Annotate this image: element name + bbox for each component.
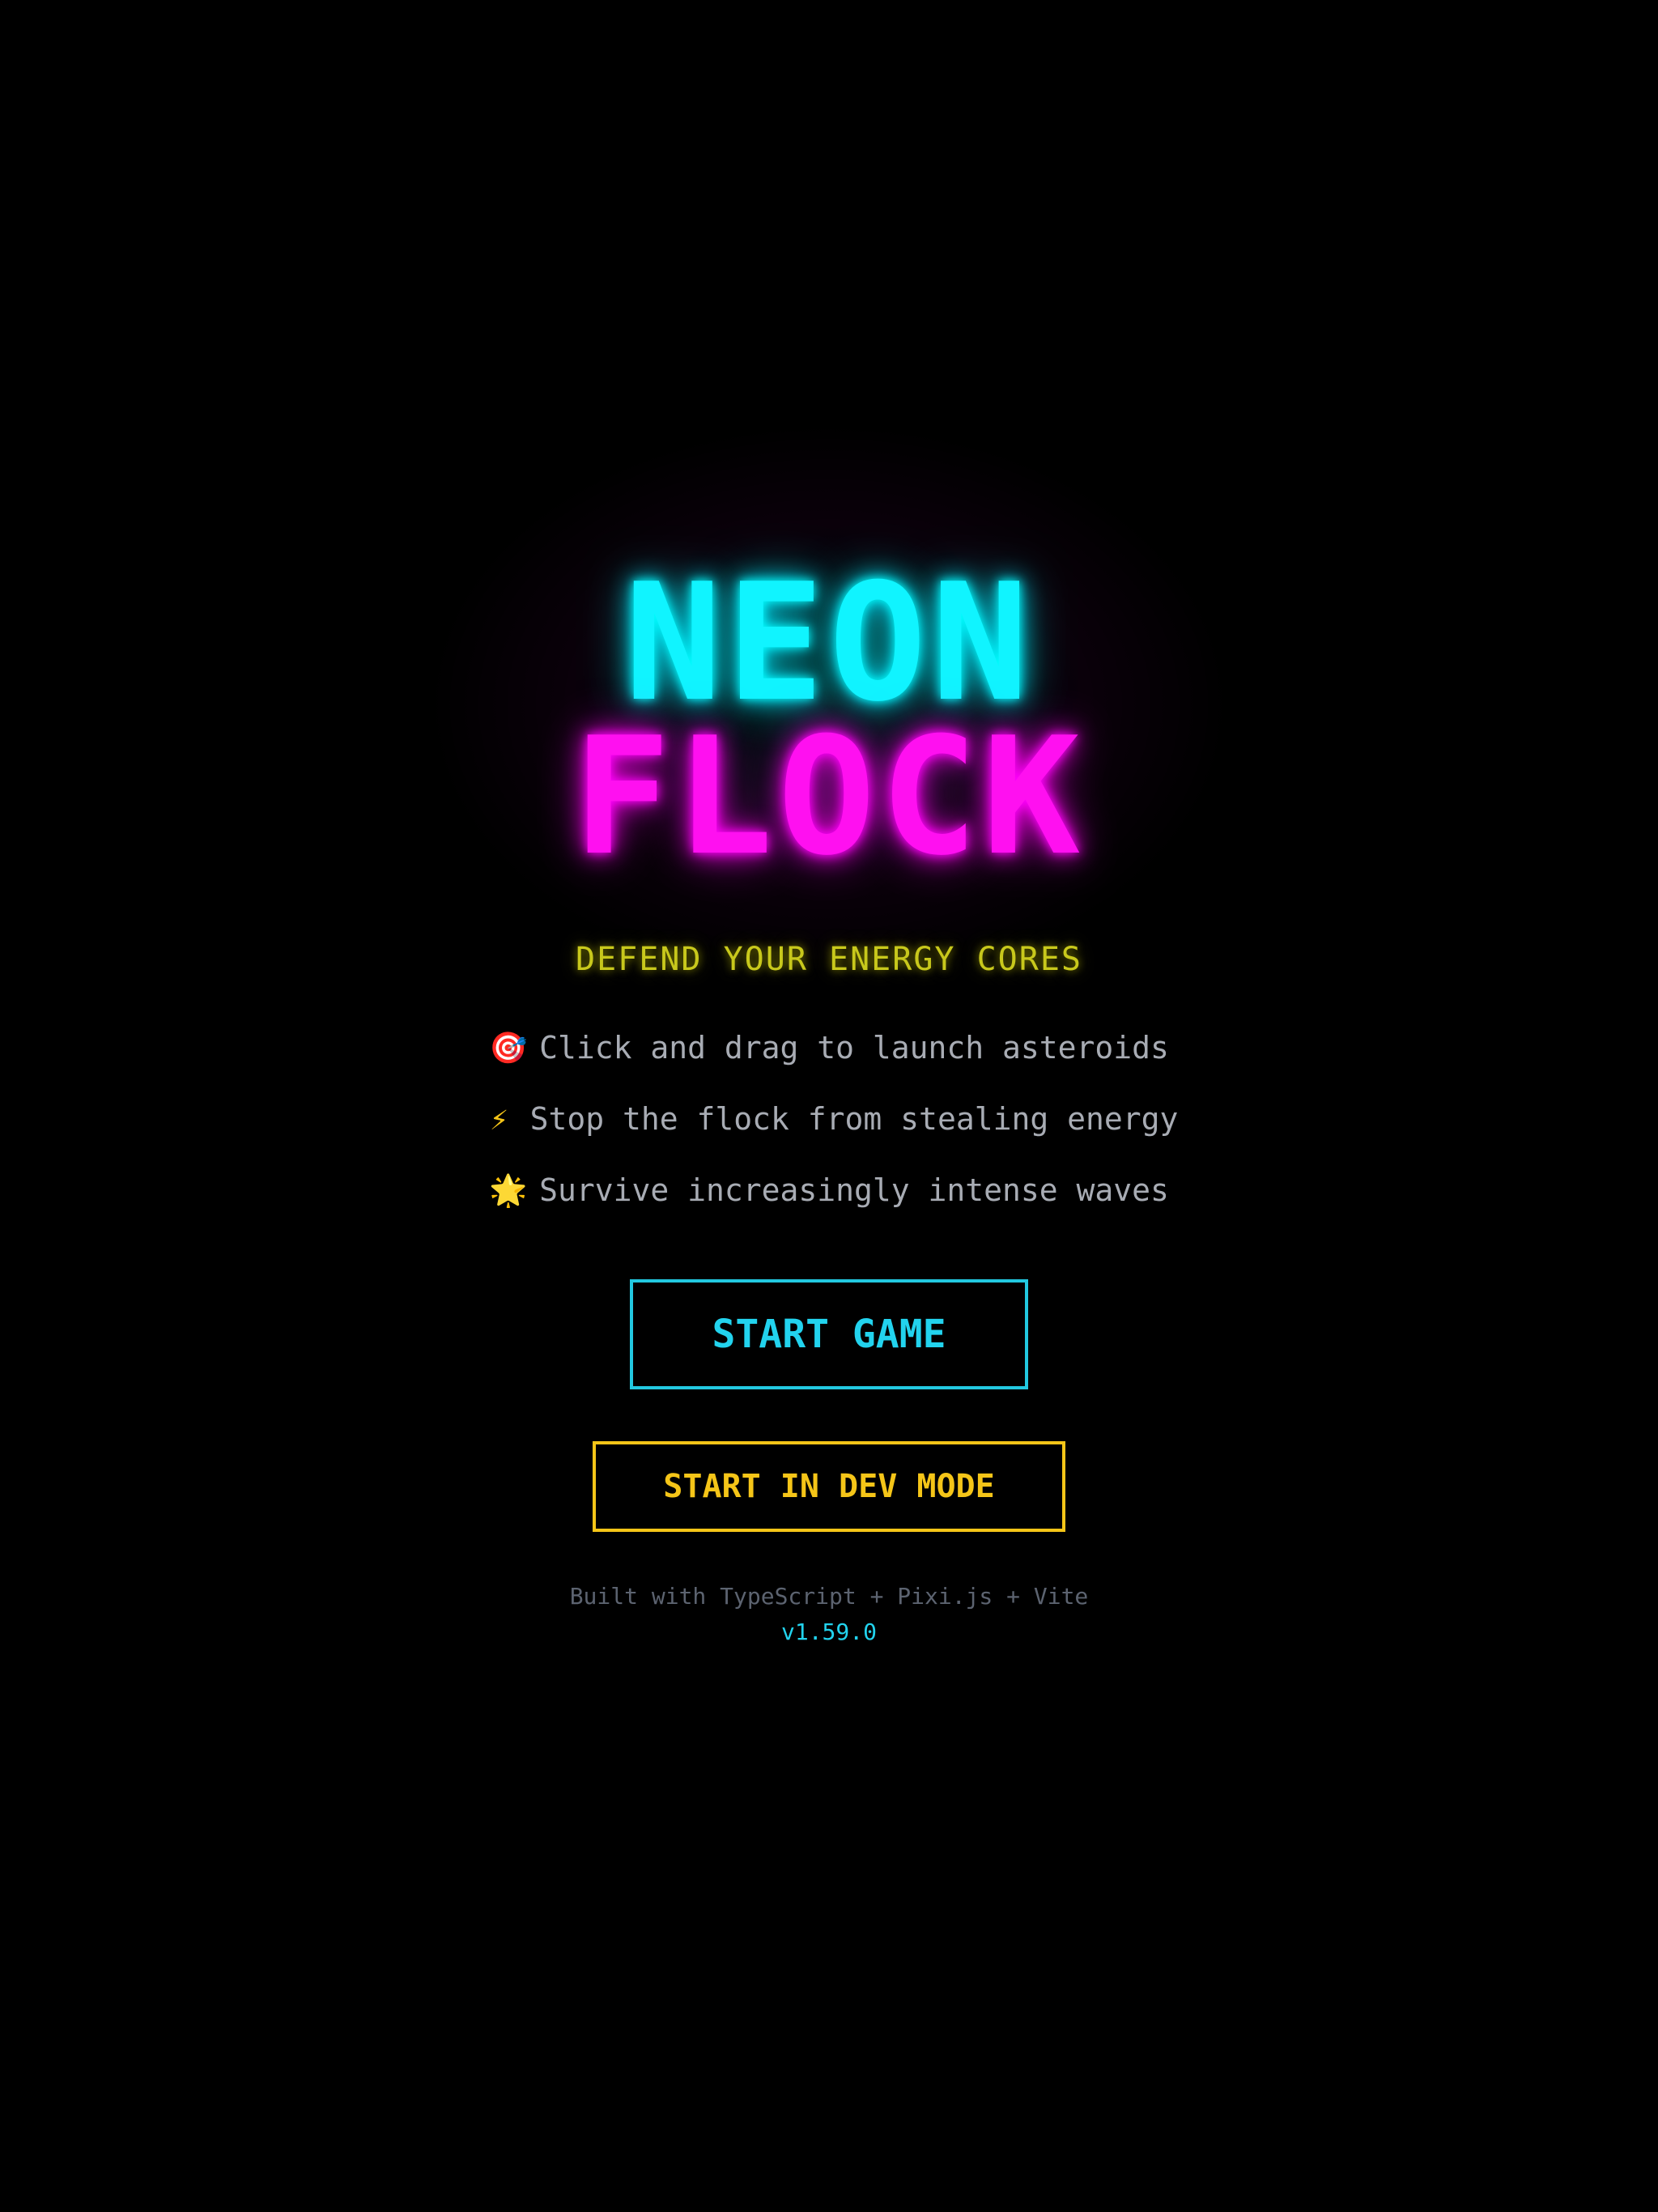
game-menu-screen: NEON FLOCK DEFEND YOUR ENERGY CORES 🎯 Cli… xyxy=(0,0,1658,2212)
start-game-button[interactable]: START GAME xyxy=(630,1279,1028,1389)
instruction-item: 🎯 Click and drag to launch asteroids xyxy=(489,1028,1169,1067)
title-neon: NEON xyxy=(624,549,1034,738)
main-menu: NEON FLOCK DEFEND YOUR ENERGY CORES 🎯 Cli… xyxy=(0,549,1658,1650)
star-icon: 🌟 xyxy=(489,1172,528,1208)
start-dev-mode-button[interactable]: START IN DEV MODE xyxy=(593,1441,1065,1532)
lightning-icon: ⚡ xyxy=(490,1101,509,1137)
subtitle: DEFEND YOUR ENERGY CORES xyxy=(576,941,1082,978)
instruction-text: Survive increasingly intense waves xyxy=(539,1172,1169,1208)
instruction-text: Click and drag to launch asteroids xyxy=(539,1030,1169,1066)
title-flock: FLOCK xyxy=(572,703,1086,891)
footer: Built with TypeScript + Pixi.js + Vite v… xyxy=(570,1579,1089,1650)
instruction-text: Stop the flock from stealing energy xyxy=(529,1101,1179,1137)
instruction-item: 🌟 Survive increasingly intense waves xyxy=(489,1171,1169,1210)
target-icon: 🎯 xyxy=(489,1030,528,1066)
instructions-list: 🎯 Click and drag to launch asteroids ⚡ Sto… xyxy=(480,1028,1179,1242)
version-label: v1.59.0 xyxy=(780,1619,877,1645)
built-with-text: Built with TypeScript + Pixi.js + Vite xyxy=(569,1583,1089,1610)
instruction-item: ⚡ Stop the flock from stealing energy xyxy=(480,1100,1179,1138)
